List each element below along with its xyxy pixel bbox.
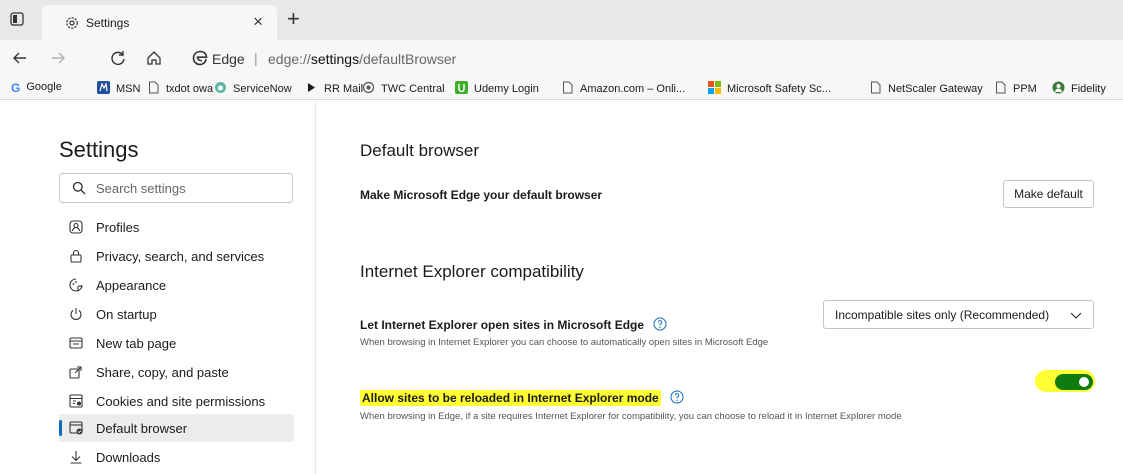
download-icon [70,451,82,464]
sidebar-item-downloads[interactable]: Downloads [59,443,294,471]
ie-open-sites-dropdown[interactable]: Incompatible sites only (Recommended) [823,300,1094,329]
twc-icon [362,81,375,94]
sidebar-item-label: Appearance [96,278,167,293]
favorite-fidelity[interactable]: Fidelity [1052,81,1106,95]
address-separator: | [254,50,258,66]
ie-compatibility-heading: Internet Explorer compatibility [360,262,584,281]
power-icon [70,308,82,321]
new-tab-button[interactable]: + [287,7,300,31]
favorite-twc-central[interactable]: TWC Central [362,81,445,95]
ie-open-sites-description: When browsing in Internet Explorer you c… [360,337,769,348]
favorite-udemy-login[interactable]: Udemy Login [455,81,539,95]
favorite-amazon[interactable]: Amazon.com – Onli... [561,81,685,95]
edge-icon [192,50,208,66]
sidebar-item-cookies[interactable]: Cookies and site permissions [59,387,294,415]
default-browser-heading: Default browser [360,141,480,160]
page-icon [563,81,573,94]
sidebar-title: Settings [59,137,139,162]
home-icon[interactable] [144,48,164,68]
search-box[interactable] [59,173,293,203]
sidebar-item-label: New tab page [96,336,177,351]
favorite-ppm[interactable]: PPM [994,81,1037,95]
ie-reload-row: Allow sites to be reloaded in Internet E… [360,390,684,406]
help-icon[interactable] [653,317,667,331]
ie-open-sites-label: Let Internet Explorer open sites in Micr… [360,318,645,332]
default-browser-icon [69,421,83,435]
sidebar-item-label: Default browser [96,421,188,436]
refresh-icon[interactable] [108,48,128,68]
cookies-icon [69,394,83,408]
tab-title: Settings [86,16,130,30]
settings-content: Default browser Make Microsoft Edge your… [317,101,1123,474]
sidebar-item-label: Privacy, search, and services [96,249,265,264]
sidebar-item-label: On startup [96,307,157,322]
microsoft-icon [708,81,721,94]
favorite-google[interactable]: G Google [11,81,62,95]
sidebar-item-label: Cookies and site permissions [96,394,266,409]
sidebar-item-new-tab-page[interactable]: New tab page [59,329,294,357]
ie-reload-toggle[interactable] [1055,374,1093,390]
page-icon [996,81,1006,94]
page-icon [871,81,881,94]
page-icon [149,81,159,94]
sidebar-item-profiles[interactable]: Profiles [59,213,294,241]
address-bar[interactable]: Edge | edge://settings/defaultBrowser [186,46,1123,72]
msn-icon [97,81,110,94]
sidebar-item-label: Downloads [96,450,161,465]
toolbar: Edge | edge://settings/defaultBrowser [0,40,1123,76]
make-default-label: Make Microsoft Edge your default browser [360,188,603,202]
share-icon [69,366,82,379]
make-default-button[interactable]: Make default [1003,180,1094,208]
ie-reload-description: When browsing in Edge, if a site require… [360,411,902,422]
new-tab-icon [69,337,83,349]
sidebar-item-label: Profiles [96,220,140,235]
tab-settings[interactable]: Settings × [42,5,277,40]
back-icon[interactable] [10,48,30,68]
tab-strip: Settings × + [0,0,1123,40]
favorite-txdot-owa[interactable]: txdot owa [147,81,213,95]
ie-reload-label: Allow sites to be reloaded in Internet E… [360,390,661,406]
sidebar-item-label: Share, copy, and paste [96,365,229,380]
servicenow-icon [215,82,226,93]
fidelity-icon [1052,81,1065,94]
udemy-icon [455,81,468,94]
appearance-icon [69,278,83,292]
favorites-bar: G Google MSN txdot owa ServiceNow RR Mail… [0,76,1123,100]
sidebar-item-share-copy-paste[interactable]: Share, copy, and paste [59,358,294,386]
close-tab-icon[interactable]: × [253,12,263,32]
favorite-microsoft-safety[interactable]: Microsoft Safety Sc... [708,81,831,95]
lock-icon [70,249,82,263]
chevron-down-icon [1070,312,1082,319]
forward-icon[interactable] [48,48,68,68]
search-icon [72,181,86,195]
play-icon [308,83,315,92]
sidebar-item-appearance[interactable]: Appearance [59,271,294,299]
sidebar-item-on-startup[interactable]: On startup [59,300,294,328]
sidebar-item-privacy[interactable]: Privacy, search, and services [59,242,294,270]
sidebar-item-default-browser[interactable]: Default browser [59,414,294,442]
tab-actions-icon[interactable] [10,12,24,26]
favorite-netscaler[interactable]: NetScaler Gateway [869,81,983,95]
google-icon: G [11,81,21,95]
settings-sidebar: Settings Profiles Privacy, search, and s… [0,101,316,474]
favorite-rr-mail[interactable]: RR Mail [305,81,363,95]
favorite-msn[interactable]: MSN [97,81,140,95]
site-name: Edge [212,51,245,67]
ie-open-sites-row: Let Internet Explorer open sites in Micr… [360,317,667,332]
toggle-knob [1079,377,1089,387]
gear-icon [66,17,78,29]
search-input[interactable] [96,179,286,197]
url-text: edge://settings/defaultBrowser [268,51,457,67]
favorite-servicenow[interactable]: ServiceNow [214,81,292,95]
help-icon[interactable] [670,390,684,404]
profile-icon [69,220,83,234]
dropdown-value: Incompatible sites only (Recommended) [835,308,1050,322]
